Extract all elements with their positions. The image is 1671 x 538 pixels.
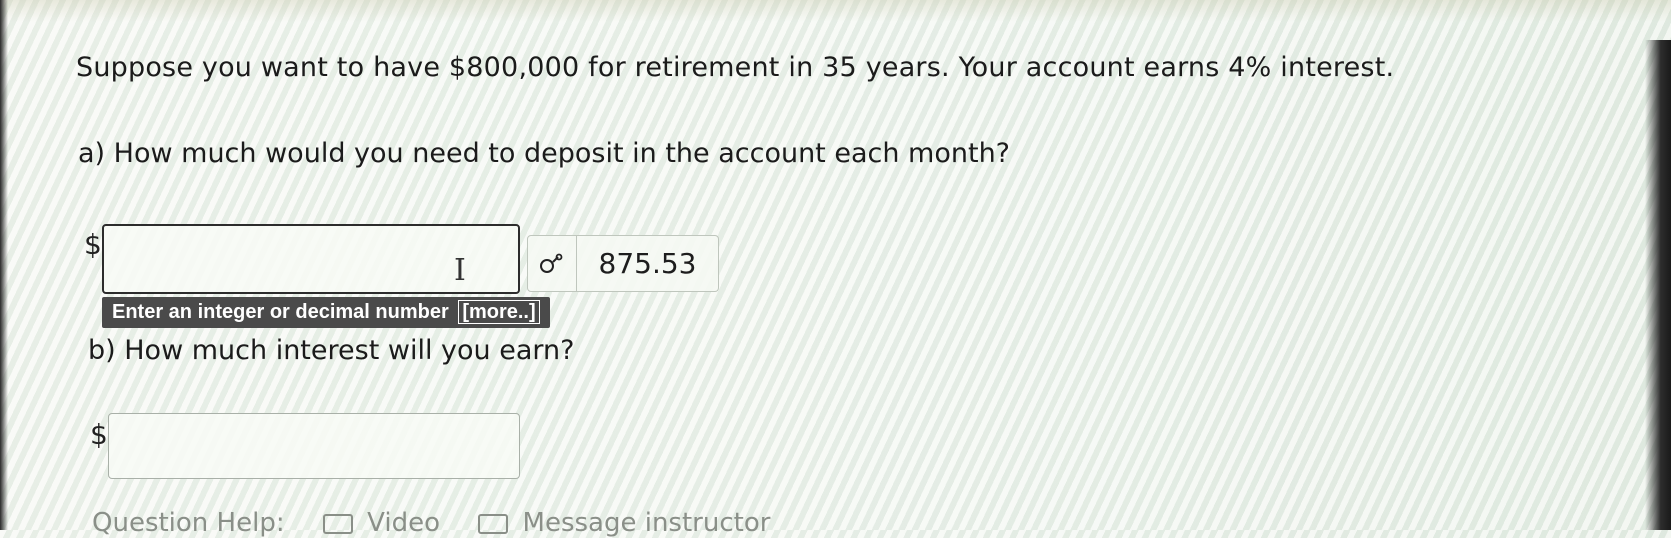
- video-icon[interactable]: [322, 513, 353, 534]
- hint-more-link[interactable]: [more..]: [458, 300, 540, 324]
- message-instructor-link[interactable]: Message instructor: [523, 508, 771, 538]
- screen-bezel-left: [0, 0, 8, 530]
- answer-input-b[interactable]: [108, 413, 520, 479]
- currency-symbol-b: $: [90, 418, 108, 451]
- currency-symbol-a: $: [84, 228, 102, 261]
- preview-value: 875.53: [577, 235, 719, 292]
- message-icon[interactable]: [478, 513, 509, 534]
- question-prompt: Suppose you want to have $800,000 for re…: [76, 52, 1395, 83]
- screen-bezel-right: [1645, 40, 1671, 530]
- preview-button[interactable]: [527, 235, 577, 292]
- screen-glare: [0, 0, 1671, 22]
- question-help-label: Question Help:: [92, 508, 285, 538]
- part-a-label: a) How much would you need to deposit in…: [78, 138, 1011, 169]
- formula-preview-icon: [540, 253, 563, 273]
- question-help-row: Question Help: Video Message instructor: [92, 508, 770, 538]
- answer-input-a[interactable]: I: [102, 224, 520, 294]
- text-cursor-icon: I: [454, 253, 466, 288]
- hint-text: Enter an integer or decimal number: [112, 301, 449, 323]
- part-b-label: b) How much interest will you earn?: [88, 335, 575, 366]
- input-hint-tooltip: Enter an integer or decimal number [more…: [102, 297, 550, 328]
- video-link[interactable]: Video: [367, 508, 440, 538]
